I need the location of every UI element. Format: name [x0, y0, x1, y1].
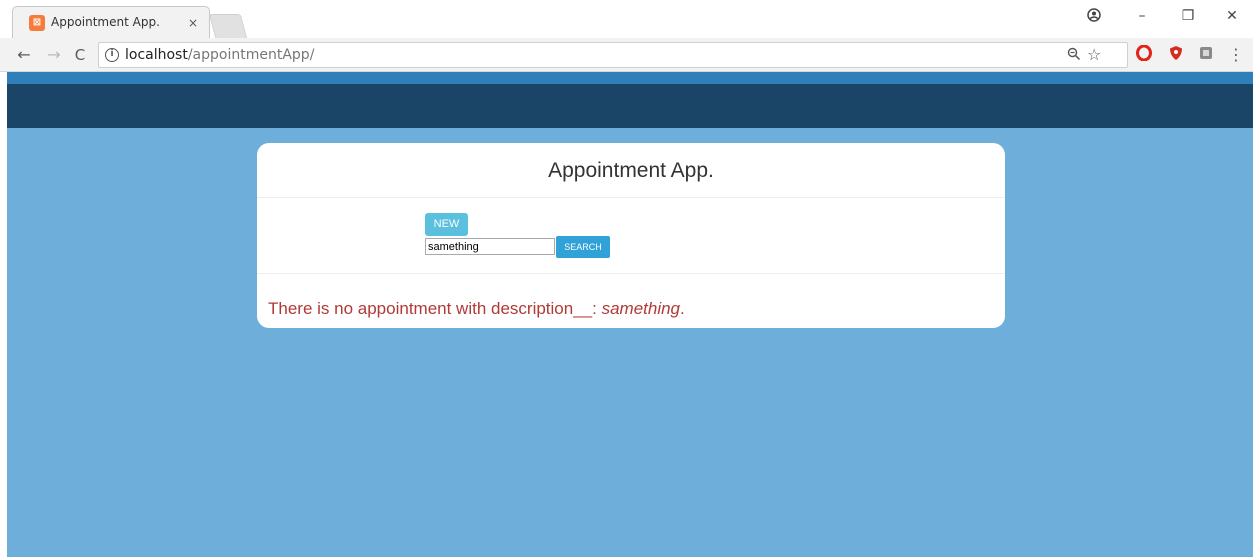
- new-tab-button[interactable]: [208, 14, 248, 38]
- search-input[interactable]: [425, 238, 555, 255]
- tab-close-icon[interactable]: ×: [188, 15, 198, 31]
- restore-icon[interactable]: ❐: [1178, 8, 1198, 24]
- browser-chrome: ⊠ Appointment App. × – ❐ ✕ ← → C i local…: [0, 0, 1253, 72]
- page-body: Appointment App. NEW SEARCH There is no …: [7, 72, 1253, 557]
- tab-strip: ⊠ Appointment App. × – ❐ ✕: [0, 0, 1253, 38]
- browser-toolbar: ← → C i localhost/appointmentApp/ ☆ ⋮: [0, 38, 1253, 72]
- reload-icon[interactable]: C: [70, 45, 90, 65]
- message-suffix: .: [680, 299, 685, 318]
- top-band: [7, 72, 1253, 84]
- shield-icon[interactable]: [1168, 45, 1184, 61]
- url-text[interactable]: localhost/appointmentApp/: [125, 47, 314, 63]
- forward-arrow-icon[interactable]: →: [44, 45, 64, 65]
- star-icon[interactable]: ☆: [1087, 45, 1101, 64]
- xampp-favicon-icon: ⊠: [29, 15, 45, 31]
- url-path: /appointmentApp/: [187, 47, 315, 63]
- url-host: localhost: [125, 47, 188, 63]
- tab-title: Appointment App.: [51, 15, 160, 29]
- form-divider: [257, 273, 1005, 274]
- opera-icon[interactable]: [1136, 44, 1152, 62]
- page-title: Appointment App.: [548, 159, 714, 182]
- menu-icon[interactable]: ⋮: [1226, 45, 1246, 65]
- info-icon[interactable]: i: [105, 48, 119, 62]
- no-result-message: There is no appointment with description…: [268, 299, 685, 319]
- header-divider: [257, 197, 1005, 198]
- new-appointment-button[interactable]: NEW: [425, 213, 468, 236]
- message-term: samething: [601, 299, 681, 318]
- message-prefix: There is no appointment with description…: [268, 299, 602, 318]
- search-button[interactable]: SEARCH: [556, 236, 610, 258]
- close-window-icon[interactable]: ✕: [1222, 8, 1242, 24]
- app-card: Appointment App. NEW SEARCH There is no …: [257, 143, 1005, 328]
- zoom-icon[interactable]: [1067, 47, 1081, 65]
- minimize-icon[interactable]: –: [1132, 8, 1152, 24]
- navbar: [7, 84, 1253, 128]
- extension-icon[interactable]: [1198, 45, 1214, 61]
- browser-tab[interactable]: ⊠ Appointment App. ×: [12, 6, 210, 38]
- account-icon[interactable]: [1084, 8, 1104, 26]
- address-bar[interactable]: i localhost/appointmentApp/ ☆: [98, 42, 1128, 68]
- back-arrow-icon[interactable]: ←: [14, 45, 34, 65]
